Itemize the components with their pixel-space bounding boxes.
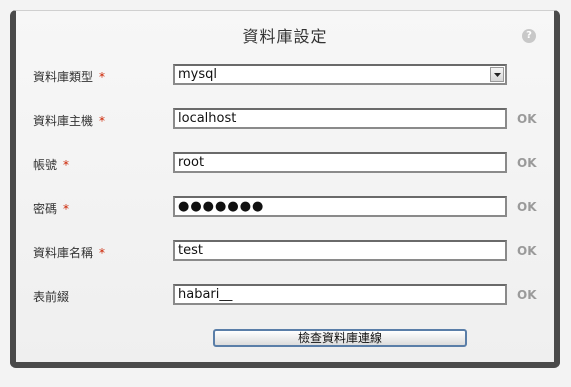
db-host-input[interactable]: localhost [173, 108, 507, 129]
db-password-input[interactable]: ●●●●●●● [173, 196, 507, 217]
database-settings-dialog: 資料庫設定 ? 資料庫類型 * mysql 資料庫主機 * localhost OK… [10, 10, 560, 368]
form-row-db-user: 帳號 * root OK [16, 152, 554, 178]
table-prefix-status: OK [517, 288, 537, 302]
db-password-label: 密碼 * [33, 202, 70, 216]
db-user-input[interactable]: root [173, 152, 507, 173]
table-prefix-label: 表前綴 [33, 290, 70, 304]
required-marker: * [63, 158, 70, 172]
db-type-label: 資料庫類型 * [33, 70, 106, 84]
form-row-db-name: 資料庫名稱 * test OK [16, 240, 554, 266]
table-prefix-input[interactable]: habari__ [173, 284, 507, 305]
required-marker: * [63, 202, 70, 216]
required-marker: * [99, 114, 106, 128]
db-type-select[interactable]: mysql [173, 64, 507, 85]
db-user-label: 帳號 * [33, 158, 70, 172]
required-marker: * [99, 70, 106, 84]
db-name-status: OK [517, 244, 537, 258]
db-host-status: OK [517, 112, 537, 126]
db-password-status: OK [517, 200, 537, 214]
db-type-value: mysql [178, 67, 217, 82]
db-name-label: 資料庫名稱 * [33, 246, 106, 260]
help-icon[interactable]: ? [522, 29, 536, 43]
form-row-db-host: 資料庫主機 * localhost OK [16, 108, 554, 134]
required-marker: * [99, 246, 106, 260]
db-host-label: 資料庫主機 * [33, 114, 106, 128]
form-row-db-type: 資料庫類型 * mysql [16, 64, 554, 90]
db-user-status: OK [517, 156, 537, 170]
form-row-table-prefix: 表前綴 habari__ OK [16, 284, 554, 310]
dialog-title: 資料庫設定 [242, 27, 328, 46]
db-name-input[interactable]: test [173, 240, 507, 261]
dropdown-arrow-icon[interactable] [490, 67, 504, 82]
check-db-connection-button[interactable]: 檢查資料庫連線 [213, 329, 467, 347]
form-row-db-password: 密碼 * ●●●●●●● OK [16, 196, 554, 222]
